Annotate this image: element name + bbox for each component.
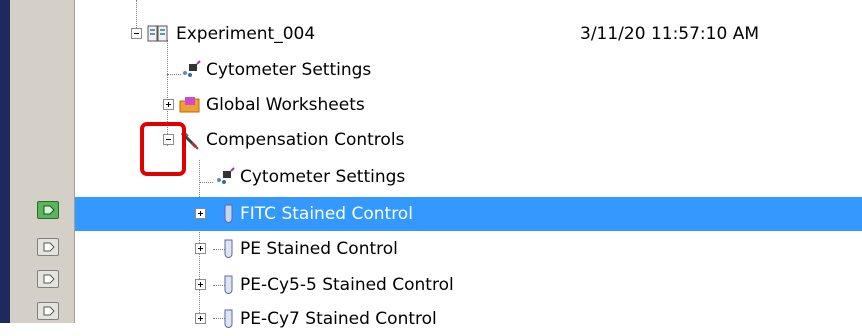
window-left-border <box>0 0 10 323</box>
tree-row-cytometer-settings[interactable]: Cytometer Settings <box>75 160 862 194</box>
tree-row-fitc-stained-control[interactable]: FITC Stained Control <box>75 197 862 231</box>
tree-item-label: Compensation Controls <box>206 130 405 150</box>
acquisition-gutter <box>10 0 75 323</box>
book-icon <box>147 24 169 44</box>
tree-row-pe-cy5-5-stained-control[interactable]: PE-Cy5-5 Stained Control <box>75 268 862 302</box>
browser-tree: Experiment_004 3/11/20 11:57:10 AM Cytom… <box>75 0 862 329</box>
tube-icon <box>218 309 240 329</box>
highlight-callout <box>140 122 186 176</box>
acquisition-pointer-icon[interactable] <box>37 238 59 256</box>
expand-icon[interactable] <box>195 313 206 324</box>
expand-icon[interactable] <box>195 243 206 254</box>
tree-row-pe-stained-control[interactable]: PE Stained Control <box>75 232 862 266</box>
cytometer-settings-icon <box>213 167 235 187</box>
tree-item-label: PE Stained Control <box>240 239 398 259</box>
tree-item-label: PE-Cy7 Stained Control <box>240 309 437 329</box>
cytometer-settings-icon <box>179 60 201 80</box>
folder-icon <box>179 95 201 115</box>
tube-icon <box>218 204 240 224</box>
tree-item-label: Experiment_004 <box>176 24 316 44</box>
tree-item-label: Cytometer Settings <box>206 60 372 80</box>
tree-item-label: Cytometer Settings <box>240 167 406 187</box>
experiment-date: 3/11/20 11:57:10 AM <box>580 24 759 44</box>
acquisition-pointer-icon[interactable] <box>37 302 59 320</box>
tube-icon <box>218 239 240 259</box>
tree-row-cytometer-settings[interactable]: Cytometer Settings <box>75 53 862 87</box>
acquisition-pointer-icon[interactable] <box>37 201 59 219</box>
tree-row-compensation-controls[interactable]: Compensation Controls <box>75 123 862 157</box>
tree-row-global-worksheets[interactable]: Global Worksheets <box>75 88 862 122</box>
tree-item-label: FITC Stained Control <box>240 204 413 224</box>
acquisition-pointer-icon[interactable] <box>37 270 59 288</box>
tree-row-experiment[interactable]: Experiment_004 3/11/20 11:57:10 AM <box>75 17 862 51</box>
collapse-icon[interactable] <box>131 28 142 39</box>
tube-icon <box>218 275 240 295</box>
tree-item-label: PE-Cy5-5 Stained Control <box>240 275 454 295</box>
tree-item-label: Global Worksheets <box>206 95 365 115</box>
expand-icon[interactable] <box>195 208 206 219</box>
expand-icon[interactable] <box>163 99 174 110</box>
tree-row-pe-cy7-stained-control[interactable]: PE-Cy7 Stained Control <box>75 302 862 336</box>
expand-icon[interactable] <box>195 279 206 290</box>
